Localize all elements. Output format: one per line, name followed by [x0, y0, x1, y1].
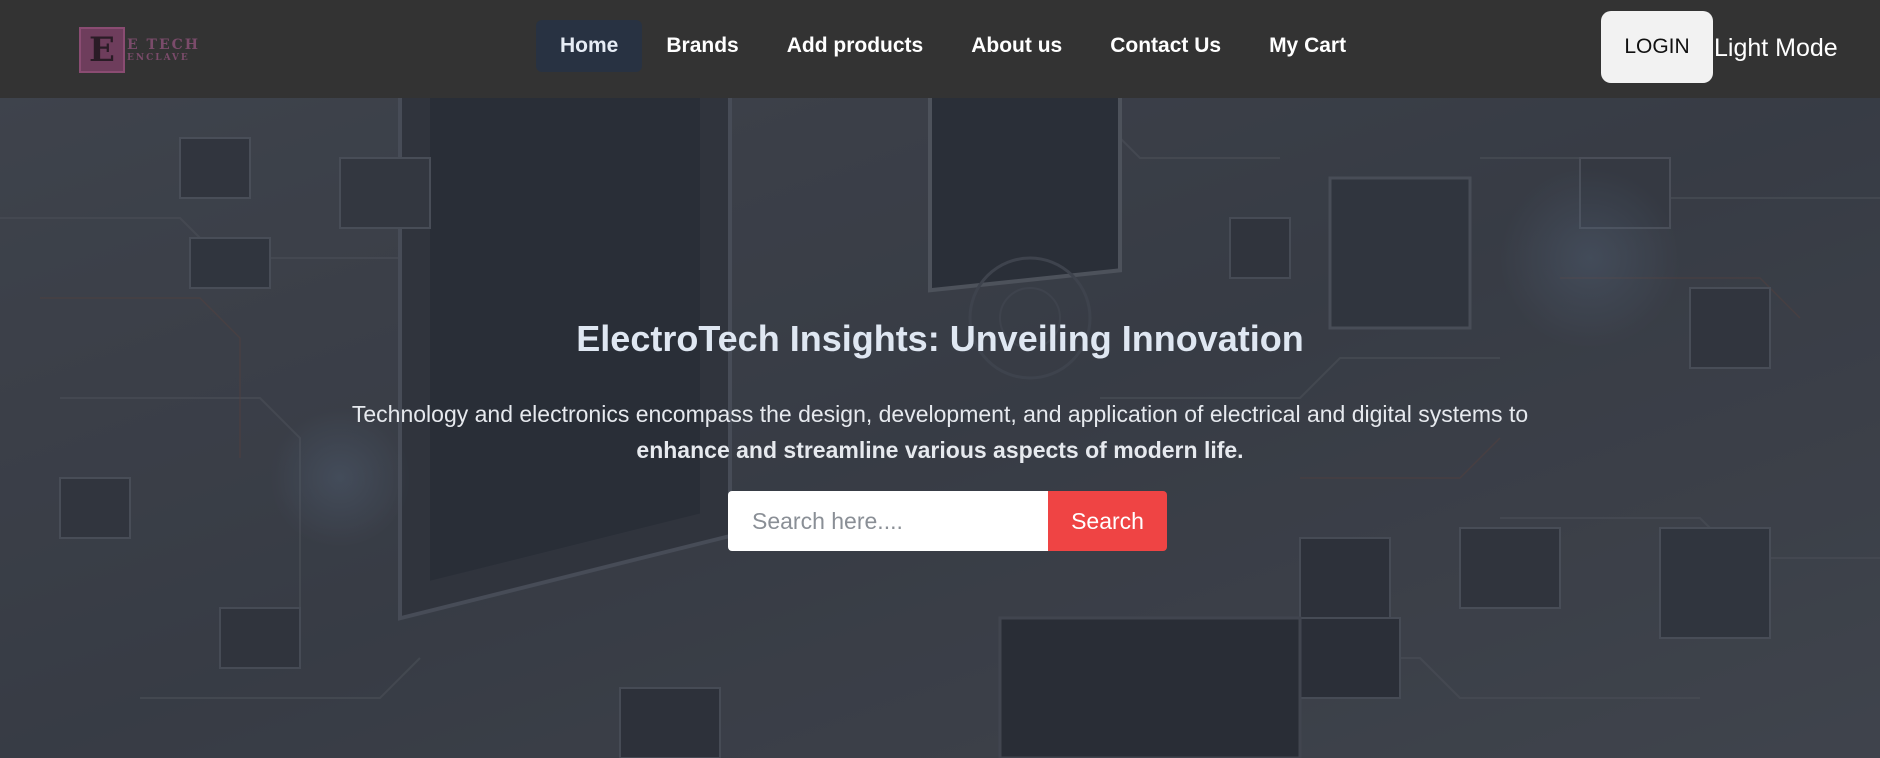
nav-brands[interactable]: Brands — [642, 20, 762, 72]
hero-content: ElectroTech Insights: Unveiling Innovati… — [0, 98, 1880, 758]
nav-about-us[interactable]: About us — [947, 20, 1086, 72]
logo-mark: E — [79, 27, 125, 73]
hero-description: Technology and electronics encompass the… — [320, 396, 1560, 468]
logo-line-2: ENCLAVE — [127, 52, 190, 63]
logo-wordmark: E TECH ENCLAVE — [127, 38, 200, 63]
hero-title: ElectroTech Insights: Unveiling Innovati… — [576, 318, 1304, 359]
search-form: Search — [728, 491, 1167, 551]
hero-description-line-2: enhance and streamline various aspects o… — [636, 437, 1244, 463]
nav-add-products[interactable]: Add products — [763, 20, 948, 72]
hero-description-line-1: Technology and electronics encompass the… — [351, 401, 1529, 427]
light-mode-toggle[interactable]: Light Mode — [1714, 28, 1838, 68]
hero-banner: ElectroTech Insights: Unveiling Innovati… — [0, 98, 1880, 758]
search-input[interactable] — [728, 491, 1048, 551]
logo-line-1: E TECH — [127, 36, 201, 53]
nav-my-cart[interactable]: My Cart — [1245, 20, 1370, 72]
navbar: E E TECH ENCLAVE Home Brands Add product… — [0, 0, 1880, 98]
brand-logo[interactable]: E E TECH ENCLAVE — [79, 27, 201, 73]
login-button[interactable]: LOGIN — [1601, 11, 1713, 83]
nav-contact-us[interactable]: Contact Us — [1086, 20, 1245, 72]
search-button[interactable]: Search — [1048, 491, 1167, 551]
main-nav: Home Brands Add products About us Contac… — [536, 20, 1370, 72]
nav-home[interactable]: Home — [536, 20, 643, 72]
